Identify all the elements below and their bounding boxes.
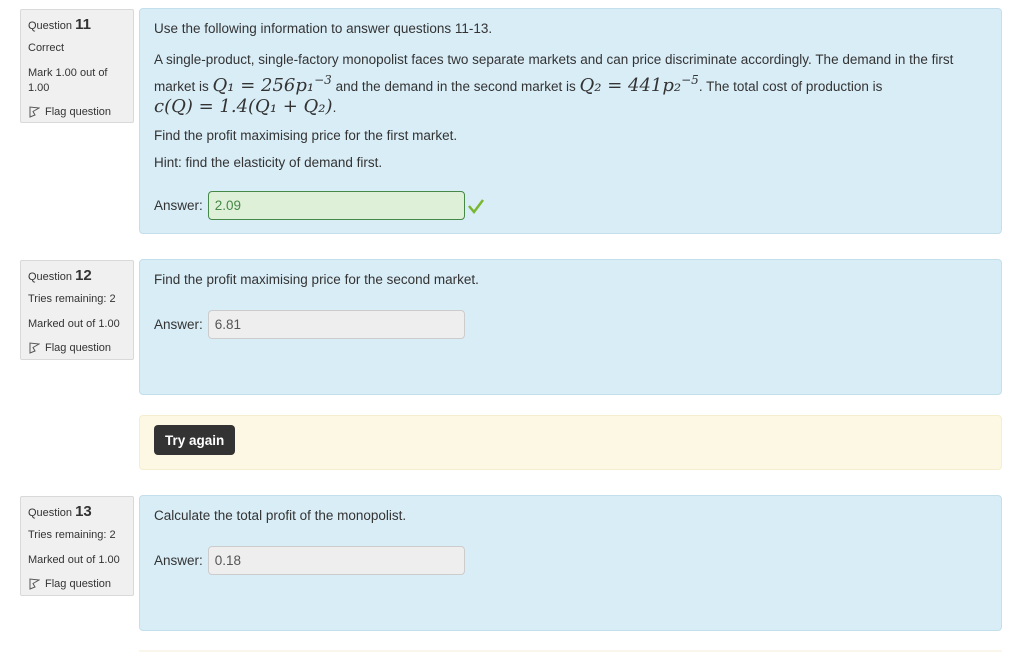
flag-icon xyxy=(29,106,40,118)
answer-row: Answer: xyxy=(154,310,987,339)
answer-row: Answer: xyxy=(154,191,987,220)
question-12-info: Question 12 Tries remaining: 2 Marked ou… xyxy=(20,260,134,360)
try-again-panel: Try again xyxy=(139,415,1002,470)
math-demand-q2: Q₂ = 441p₂−5 xyxy=(579,73,699,96)
math-cost: c(Q) = 1.4(Q₁ + Q₂) xyxy=(154,96,333,117)
question-number: Question 11 xyxy=(28,16,91,33)
answer-input[interactable] xyxy=(207,310,465,339)
question-number-value: 12 xyxy=(75,267,92,284)
question-prompt: Find the profit maximising price for the… xyxy=(154,272,479,287)
question-status: Tries remaining: 2 xyxy=(28,293,116,305)
question-intro: Use the following information to answer … xyxy=(154,21,493,36)
try-again-button[interactable]: Try again xyxy=(154,425,236,455)
question-status: Tries remaining: 2 xyxy=(28,529,116,541)
question-prompt: Find the profit maximising price for the… xyxy=(154,128,458,143)
answer-input[interactable] xyxy=(207,191,465,220)
flag-question-button[interactable]: Flag question xyxy=(28,342,126,354)
question-number-value: 11 xyxy=(75,16,91,33)
question-13-info: Question 13 Tries remaining: 2 Marked ou… xyxy=(20,496,134,596)
question-11-info: Question 11 Correct Mark 1.00 out of 1.0… xyxy=(20,9,134,123)
question-body: A single-product, single-factory monopol… xyxy=(154,52,954,117)
question-mark: Mark 1.00 out of 1.00 xyxy=(28,67,108,94)
flag-question-button[interactable]: Flag question xyxy=(28,578,126,590)
question-prompt: Calculate the total profit of the monopo… xyxy=(154,508,407,523)
correct-check-icon xyxy=(467,198,484,214)
answer-input[interactable] xyxy=(207,546,465,575)
question-mark: Marked out of 1.00 xyxy=(28,318,120,330)
question-13-content: Calculate the total profit of the monopo… xyxy=(139,495,1002,631)
answer-row: Answer: xyxy=(154,546,987,575)
flag-question-button[interactable]: Flag question xyxy=(28,106,126,118)
question-hint: Hint: find the elasticity of demand firs… xyxy=(154,155,383,170)
question-number: Question 12 xyxy=(28,267,92,284)
question-mark: Marked out of 1.00 xyxy=(28,554,120,566)
flag-icon xyxy=(29,342,40,354)
question-status: Correct xyxy=(28,42,65,54)
question-number-value: 13 xyxy=(75,503,92,520)
question-11-content: Use the following information to answer … xyxy=(139,8,1002,234)
flag-icon xyxy=(29,578,40,590)
math-demand-q1: Q₁ = 256p₁−3 xyxy=(212,73,332,96)
question-12-content: Find the profit maximising price for the… xyxy=(139,259,1002,395)
question-number: Question 13 xyxy=(28,503,92,520)
